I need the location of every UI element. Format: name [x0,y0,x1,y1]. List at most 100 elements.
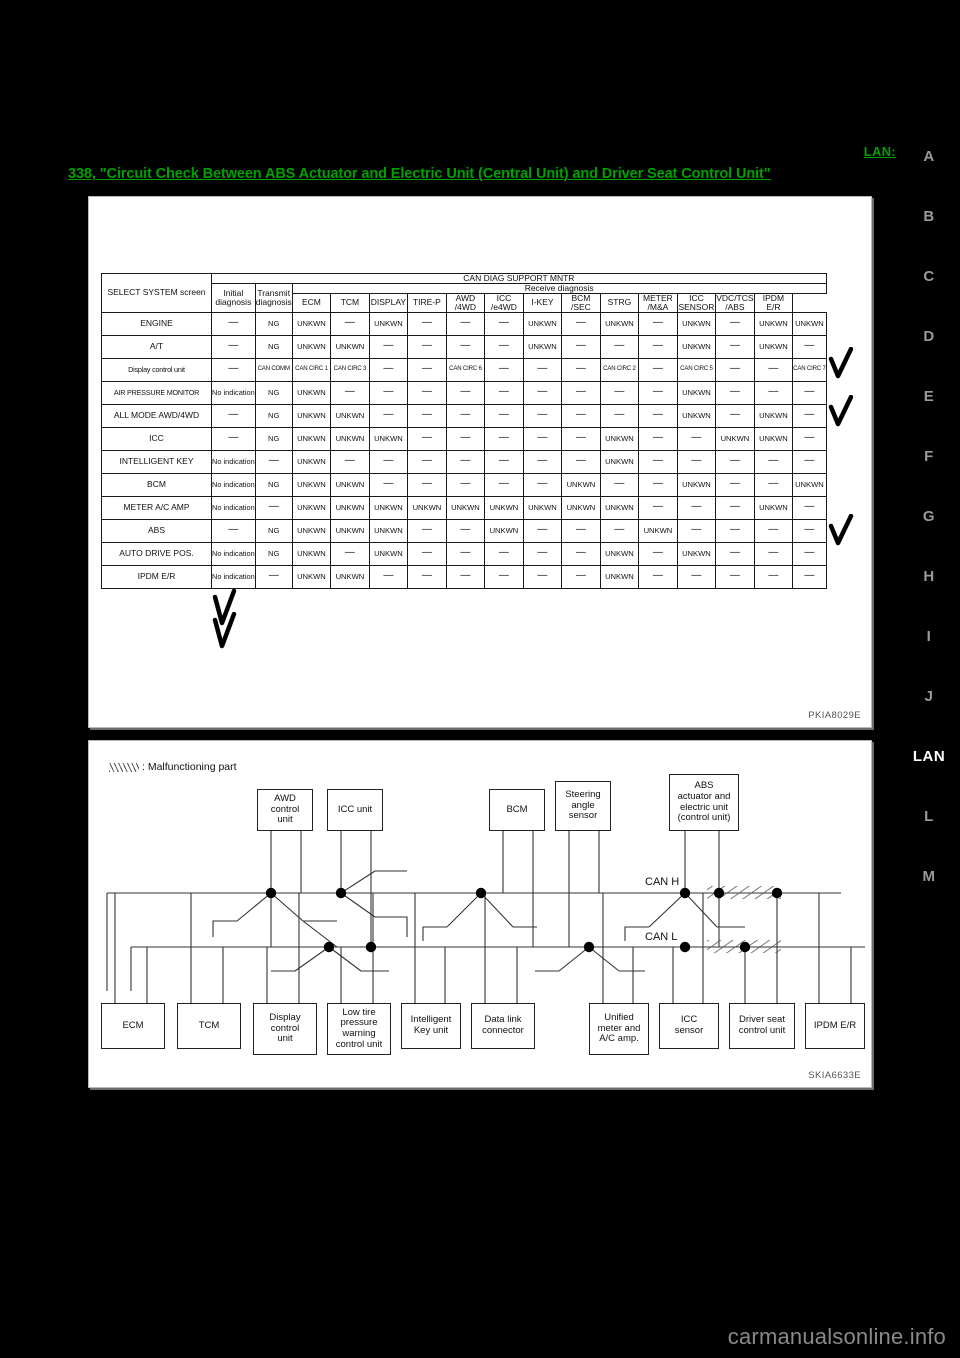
cell-receive-diagnosis: — [561,426,601,451]
cell-receive-diagnosis: UNKWN [330,564,370,589]
section-tab-j[interactable]: J [898,688,960,705]
cell-receive-diagnosis: — [522,472,563,497]
cell-receive-diagnosis: — [484,449,524,474]
section-tab-l[interactable]: L [898,808,960,825]
section-tab-f[interactable]: F [898,448,960,465]
cell-receive-diagnosis: UNKWN [599,311,640,336]
cell-receive-diagnosis: UNKWN [561,495,601,520]
cell-receive-diagnosis: — [561,564,601,589]
section-tab-g[interactable]: G [898,508,960,525]
page-title-reference: 338, "Circuit Check Between ABS Actuator… [68,166,771,182]
cell-receive-diagnosis: — [715,518,755,543]
cell-receive-diagnosis: — [715,449,755,474]
cell-transmit-diagnosis: NG [254,541,293,566]
col-header-initial-diagnosis: Initial diagnosis [211,282,256,313]
col-header-transmit-diagnosis: Transmit diagnosis [254,282,293,313]
site-watermark: carmanualsonline.info [727,1324,946,1349]
cell-receive-diagnosis: — [676,564,717,589]
col-header-rx-ecm: ECM [291,292,332,313]
cell-select-system: ABS [101,518,212,543]
cell-receive-diagnosis: UNKWN [291,449,332,474]
cell-receive-diagnosis: — [715,380,755,405]
node-label-line: sensor [568,810,598,822]
cell-initial-diagnosis: — [211,334,256,359]
section-tab-m[interactable]: M [898,868,960,885]
cell-receive-diagnosis: UNKWN [368,426,409,451]
col-header-line-2: /ABS [725,301,745,312]
cell-receive-diagnosis: — [484,311,524,336]
node-label-line: connector [482,1025,524,1036]
col-header-line-2: /4WD [454,301,477,312]
node-label-line: unit [277,1033,293,1045]
cell-receive-diagnosis: UNKWN [676,541,717,566]
cell-receive-diagnosis: — [715,334,755,359]
cell-receive-diagnosis: — [484,541,524,566]
cell-receive-diagnosis: — [638,380,678,405]
cell-receive-diagnosis: — [330,541,370,566]
cell-receive-diagnosis: — [484,380,524,405]
table-row: ALL MODE AWD/4WD — NG UNKWN UNKWN — — — — — — — — UNK… [101,403,827,428]
cell-select-system: BCM [101,472,212,497]
figure-id-can-table: PKIA8029E [808,710,861,721]
handwritten-check-mark-display-ipdm [828,395,854,429]
col-header-rx-tire-p: TIRE-P [407,292,447,313]
cell-receive-diagnosis: — [330,449,370,474]
node-unified-meter-ac-amp: Unified meter and A/C amp. [589,1003,649,1055]
section-tab-c[interactable]: C [898,268,960,285]
col-header-line-1: ECM [301,297,321,308]
cell-receive-diagnosis: — [445,472,486,497]
cell-receive-diagnosis: — [330,380,370,405]
section-tab-e[interactable]: E [898,388,960,405]
section-tab-a[interactable]: A [898,148,960,165]
cell-receive-diagnosis: CAN CIRC 7 [792,357,827,382]
cell-receive-diagnosis: — [368,403,409,428]
col-header-rx-tcm: TCM [330,292,370,313]
cell-select-system: AUTO DRIVE POS. [101,541,212,566]
cell-receive-diagnosis: UNKWN [291,403,332,428]
cell-initial-diagnosis: No indication [211,564,256,589]
cell-receive-diagnosis: — [522,541,563,566]
cell-receive-diagnosis: — [522,449,563,474]
cell-receive-diagnosis: CAN CIRC 1 [291,357,332,382]
cell-receive-diagnosis: — [599,380,640,405]
col-header-rx-awd-4wd: AWD/4WD [445,292,486,313]
cell-receive-diagnosis: — [484,334,524,359]
node-bcm: BCM [489,789,545,831]
handwritten-check-mark-bcm-ipdm [828,514,854,548]
section-tab-b[interactable]: B [898,208,960,225]
section-tab-d[interactable]: D [898,328,960,345]
cell-receive-diagnosis: UNKWN [368,518,409,543]
node-abs-actuator-electric-unit: ABS actuator and electric unit (control uni… [669,774,739,831]
cell-transmit-diagnosis: NG [254,403,293,428]
cell-receive-diagnosis: CAN CIRC 5 [676,357,717,382]
table-row: BCM No indication NG UNKWN UNKWN — — — — — UNKWN — —… [101,472,827,497]
section-tab-lan[interactable]: LAN [898,748,960,765]
cell-receive-diagnosis: — [561,518,601,543]
node-label-line: Key unit [413,1025,449,1036]
cell-receive-diagnosis: UNKWN [484,518,524,543]
section-tab-i[interactable]: I [898,628,960,645]
cell-receive-diagnosis: — [561,449,601,474]
cell-receive-diagnosis: UNKWN [599,495,640,520]
col-header-line-1: TIRE-P [412,297,441,308]
cell-receive-diagnosis: UNKWN [291,426,332,451]
cell-receive-diagnosis: — [368,449,409,474]
cell-receive-diagnosis: — [792,334,827,359]
cell-receive-diagnosis: — [792,380,827,405]
col-header-line-2: E/R [766,301,781,312]
node-data-link-connector: Data link connector [471,1003,535,1049]
cell-receive-diagnosis: — [676,518,717,543]
section-tab-h[interactable]: H [898,568,960,585]
cell-receive-diagnosis: — [407,311,447,336]
cell-select-system: ENGINE [101,311,212,336]
cell-receive-diagnosis: — [753,449,794,474]
cell-receive-diagnosis: UNKWN [599,541,640,566]
cell-select-system: IPDM E/R [101,564,212,589]
cell-initial-diagnosis: No indication [211,449,256,474]
table-row: A/T — NG UNKWN UNKWN — — — — UNKWN — — — UNKWN — UNKWN — [101,334,827,359]
node-label-line: ICC unit [337,803,373,815]
cell-receive-diagnosis: — [638,311,678,336]
node-intelligent-key-unit: Intelligent Key unit [401,1003,461,1049]
cell-receive-diagnosis: — [715,403,755,428]
cell-receive-diagnosis: — [445,334,486,359]
